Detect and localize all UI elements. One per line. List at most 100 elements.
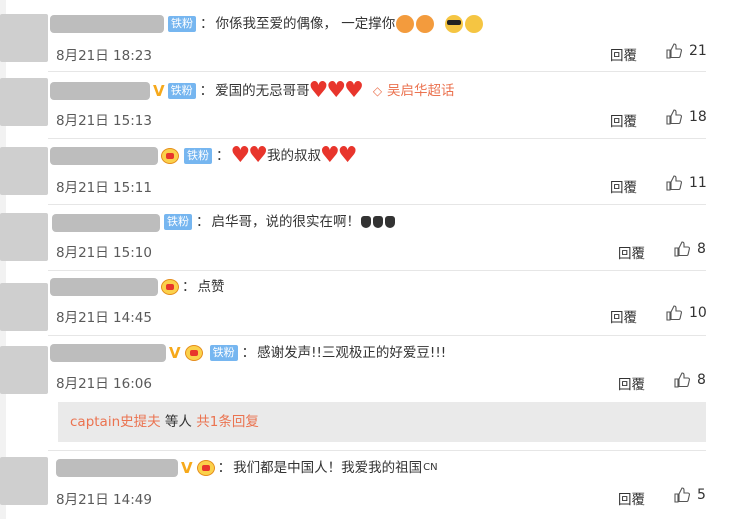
fist-emoji-icon xyxy=(373,216,383,228)
reply-button[interactable]: 回覆 xyxy=(618,242,645,262)
username-blurred[interactable] xyxy=(50,344,166,362)
reply-button[interactable]: 回覆 xyxy=(618,373,645,393)
comment-text: 感谢发声!!三观极正的好爱豆!!! xyxy=(257,345,447,361)
sub-reply-summary: captain史提夫 等人 共1条回复 xyxy=(58,402,706,442)
avatar[interactable] xyxy=(0,78,48,126)
like-button[interactable]: 21 xyxy=(666,43,707,59)
like-button[interactable]: 5 xyxy=(674,487,706,503)
avatar[interactable] xyxy=(0,457,48,505)
like-button[interactable]: 11 xyxy=(666,175,707,191)
sub-reply-link[interactable]: 共1条回复 xyxy=(196,414,259,430)
comment-text: 你係我至爱的偶像， 一定撑你 xyxy=(215,16,396,32)
like-count: 18 xyxy=(689,109,707,125)
comment-item: ： 点赞 8月21日 14:45 回覆 10 xyxy=(0,271,731,335)
colon: ： xyxy=(216,148,230,164)
like-count: 5 xyxy=(697,487,706,503)
comment-text-line: ： 点赞 xyxy=(160,277,225,297)
fan-tag: 铁粉 xyxy=(167,83,196,99)
comment-text-line: V ： 我们都是中国人！我爱我的祖国 CN xyxy=(178,458,438,478)
crown-badge-icon xyxy=(196,460,215,476)
like-button[interactable]: 8 xyxy=(674,241,706,257)
colon: ： xyxy=(217,460,232,476)
comment-text: 我的叔叔 xyxy=(266,148,321,164)
username-blurred[interactable] xyxy=(50,15,164,33)
thumb-up-icon xyxy=(666,109,682,125)
colon: ： xyxy=(241,345,256,361)
sub-reply-middle: 等人 xyxy=(160,414,197,430)
heart-icon: ♥ xyxy=(337,143,358,168)
crown-badge-icon xyxy=(161,279,179,295)
comment-text-line: 铁粉 ： 你係我至爱的偶像， 一定撑你 xyxy=(168,14,484,34)
thumb-up-icon xyxy=(666,305,682,321)
thumb-up-icon xyxy=(666,43,682,59)
comment-item: V 铁粉 ： 感谢发声!!三观极正的好爱豆!!! 8月21日 16:06 回覆 … xyxy=(0,336,731,448)
comment-item: 铁粉 ： 启华哥，说的很实在啊！ 8月21日 15:10 回覆 8 xyxy=(0,205,731,271)
diamond-icon: ◇ xyxy=(372,84,383,98)
like-button[interactable]: 10 xyxy=(666,305,707,321)
comment-text: 爱国的无忌哥哥 xyxy=(215,83,310,99)
crown-badge-icon xyxy=(161,148,179,164)
thumb-up-icon xyxy=(674,372,690,388)
thumb-up-icon xyxy=(674,241,690,257)
avatar[interactable] xyxy=(0,147,48,195)
sunglasses-emoji-icon xyxy=(445,15,464,33)
comment-text-line: V 铁粉 ： 爱国的无忌哥哥 ♥ ♥ ♥ ◇ 吴启华超话 xyxy=(150,78,455,103)
comment-time: 8月21日 14:49 xyxy=(56,492,152,508)
comment-time: 8月21日 16:06 xyxy=(56,376,152,392)
fist-emoji-icon xyxy=(385,216,395,228)
fan-tag: 铁粉 xyxy=(164,214,192,230)
thumb-up-icon xyxy=(674,487,690,503)
reply-button[interactable]: 回覆 xyxy=(610,44,637,64)
like-count: 8 xyxy=(697,241,706,257)
comment-text: 点赞 xyxy=(197,279,225,295)
username-blurred[interactable] xyxy=(50,82,150,100)
like-count: 8 xyxy=(697,372,706,388)
vip-v-icon: V xyxy=(169,344,181,362)
username-blurred[interactable] xyxy=(56,459,178,477)
comment-time: 8月21日 15:10 xyxy=(56,245,152,261)
comment-text-line: 铁粉 ： ♥ ♥ 我的叔叔 ♥ ♥ xyxy=(160,143,358,168)
vip-v-icon: V xyxy=(153,82,165,100)
avatar[interactable] xyxy=(0,14,48,62)
vip-v-icon: V xyxy=(181,459,193,477)
fan-tag: 铁粉 xyxy=(168,16,196,32)
comment-time: 8月21日 18:23 xyxy=(56,48,152,64)
thumb-up-icon xyxy=(666,175,682,191)
comment-time: 8月21日 15:13 xyxy=(56,113,152,129)
username-blurred[interactable] xyxy=(52,214,160,232)
reply-button[interactable]: 回覆 xyxy=(610,110,637,130)
sub-reply-user[interactable]: captain史提夫 xyxy=(70,414,161,430)
avatar[interactable] xyxy=(0,283,48,331)
comment-item: 铁粉 ： ♥ ♥ 我的叔叔 ♥ ♥ 8月21日 15:11 回覆 11 xyxy=(0,139,731,205)
colon: ： xyxy=(182,279,196,295)
crown-badge-icon xyxy=(184,345,203,361)
reply-button[interactable]: 回覆 xyxy=(618,488,645,508)
super-topic-link[interactable]: ◇ 吴启华超话 xyxy=(373,81,455,101)
comment-item: 铁粉 ： 你係我至爱的偶像， 一定撑你 8月21日 18:23 回覆 21 xyxy=(0,0,731,70)
heart-icon: ♥ xyxy=(344,78,364,103)
like-button[interactable]: 8 xyxy=(674,372,706,388)
username-blurred[interactable] xyxy=(50,278,158,296)
colon: ： xyxy=(200,16,214,32)
comment-time: 8月21日 15:11 xyxy=(56,180,152,196)
colon: ： xyxy=(196,214,210,230)
username-blurred[interactable] xyxy=(50,147,158,165)
like-count: 21 xyxy=(689,43,707,59)
avatar[interactable] xyxy=(0,346,48,394)
comment-text-line: V 铁粉 ： 感谢发声!!三观极正的好爱豆!!! xyxy=(166,343,446,363)
reply-button[interactable]: 回覆 xyxy=(610,306,637,326)
fist-emoji-icon xyxy=(361,216,371,228)
like-button[interactable]: 18 xyxy=(666,109,707,125)
zan-emoji-icon xyxy=(416,15,435,33)
avatar[interactable] xyxy=(0,213,48,261)
comment-text: 我们都是中国人！我爱我的祖国 xyxy=(233,460,423,476)
comment-text-line: 铁粉 ： 启华哥，说的很实在啊！ xyxy=(164,212,396,232)
reply-button[interactable]: 回覆 xyxy=(610,176,637,196)
heart-icon: ♥ xyxy=(248,143,268,168)
zan-emoji-icon xyxy=(396,15,415,33)
comment-item: V 铁粉 ： 爱国的无忌哥哥 ♥ ♥ ♥ ◇ 吴启华超话 8月21日 15:13… xyxy=(0,72,731,138)
cn-emoji-text: CN xyxy=(423,462,438,473)
kiss-emoji-icon xyxy=(465,15,484,33)
fan-tag: 铁粉 xyxy=(209,345,238,361)
comment-time: 8月21日 14:45 xyxy=(56,310,152,326)
